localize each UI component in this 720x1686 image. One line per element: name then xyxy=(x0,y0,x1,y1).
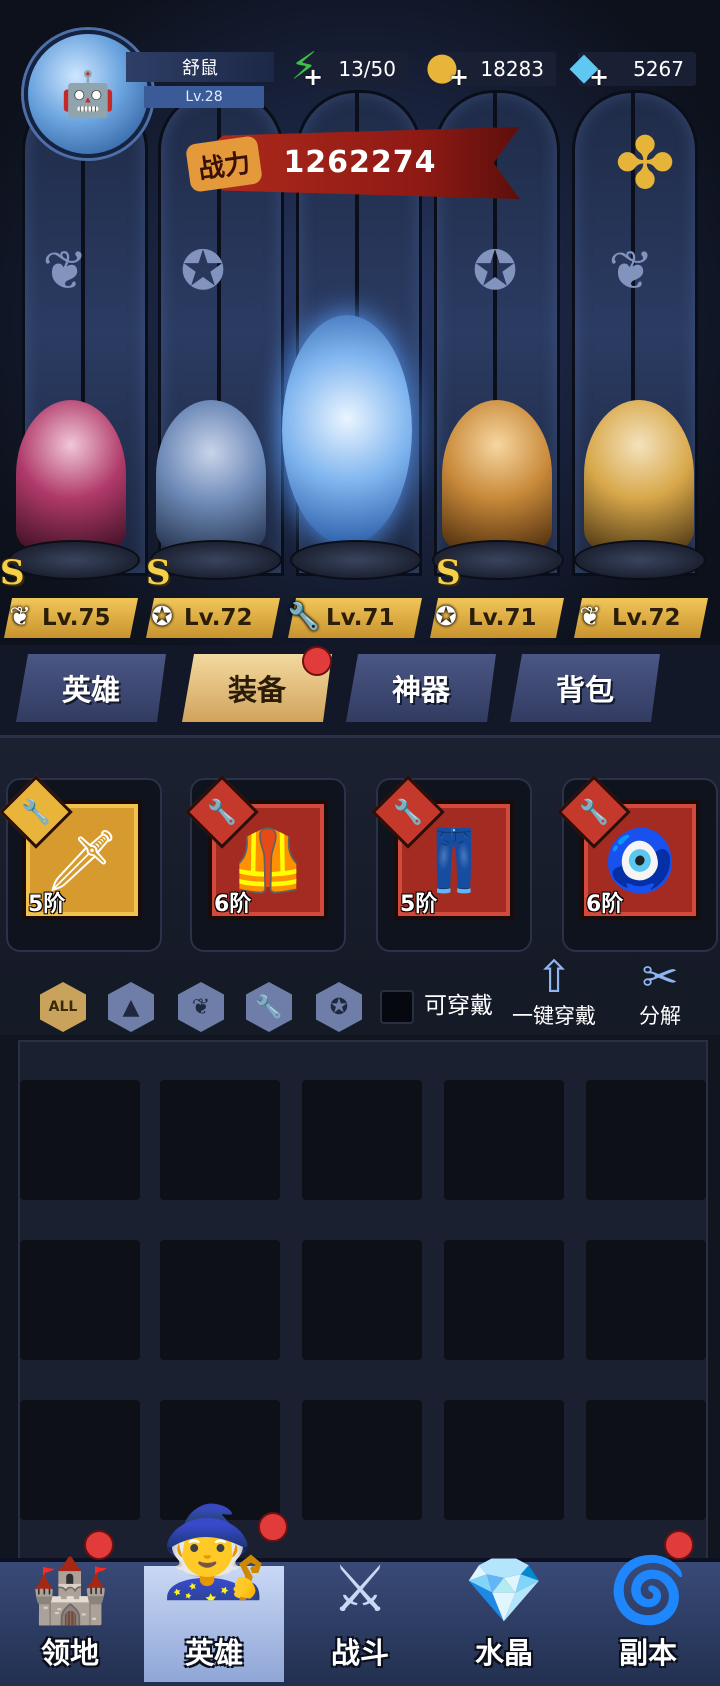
inventory-slot[interactable] xyxy=(160,1240,280,1360)
wearable-label: 可穿戴 xyxy=(424,993,493,1019)
rank-badge: S xyxy=(0,553,25,593)
robot-avatar-icon: 🤖 xyxy=(60,69,116,120)
nav-heroes[interactable]: 🧙 英雄 xyxy=(144,1500,284,1682)
inventory-slot[interactable] xyxy=(586,1080,706,1200)
inventory-slot[interactable] xyxy=(160,1080,280,1200)
pedestal xyxy=(574,540,706,580)
auto-equip-label: 一键穿戴 xyxy=(512,1004,596,1028)
hero-lion-figure xyxy=(442,400,552,550)
nav-dungeon[interactable]: 🌀 副本 xyxy=(578,1530,718,1682)
hero-slot-2[interactable] xyxy=(146,380,276,550)
hero-slot-3[interactable] xyxy=(282,285,412,545)
wizard-hat-icon: 🧙 xyxy=(159,1500,269,1603)
notification-dot xyxy=(664,1530,694,1560)
decompose-label: 分解 xyxy=(639,1004,681,1028)
wearable-checkbox[interactable] xyxy=(380,990,414,1024)
hero-slot-5[interactable] xyxy=(574,380,704,550)
hero-slot-1[interactable] xyxy=(6,380,136,550)
rank-badge: S xyxy=(146,553,171,593)
nav-label: 副本 xyxy=(618,1636,677,1670)
nav-battle[interactable]: ⚔ 战斗 xyxy=(290,1530,430,1682)
wrench-icon: 🔧 xyxy=(287,602,321,632)
player-name: 舒鼠 xyxy=(126,52,274,82)
inventory-slot[interactable] xyxy=(444,1080,564,1200)
tab-artifacts[interactable]: 神器 xyxy=(346,654,496,722)
pants-icon: 👖 xyxy=(416,825,492,896)
nav-territory[interactable]: 🏰 领地 xyxy=(0,1530,140,1682)
pedestal xyxy=(8,540,140,580)
sword-book-icon: ⚔ xyxy=(331,1553,389,1627)
beast-crest-icon: ✪ xyxy=(151,602,173,632)
nav-label: 战斗 xyxy=(330,1636,389,1670)
decompose-icon: ✂ xyxy=(641,952,679,1003)
inventory-slot[interactable] xyxy=(20,1400,140,1520)
add-diamond-icon[interactable]: + xyxy=(588,65,610,89)
equipment-grade: 5阶 xyxy=(400,892,438,917)
inventory-slot[interactable] xyxy=(444,1240,564,1360)
notification-dot xyxy=(258,1512,288,1542)
inventory-slot[interactable] xyxy=(302,1240,422,1360)
inventory-slot[interactable] xyxy=(586,1400,706,1520)
nav-label: 水晶 xyxy=(474,1636,533,1670)
equipment-grade: 6阶 xyxy=(214,892,252,917)
armor-icon: 🦺 xyxy=(230,825,306,896)
equipment-grade: 6阶 xyxy=(586,892,624,917)
sword-icon: 🗡 xyxy=(43,825,121,896)
tab-heroes[interactable]: 英雄 xyxy=(16,654,166,722)
tab-bag[interactable]: 背包 xyxy=(510,654,660,722)
notification-dot xyxy=(302,646,332,676)
inventory-slot[interactable] xyxy=(20,1080,140,1200)
nav-label: 领地 xyxy=(40,1636,99,1670)
power-value: 1262274 xyxy=(283,144,437,180)
equipment-grade: 5阶 xyxy=(28,892,66,917)
nav-label: 英雄 xyxy=(184,1636,243,1670)
auto-equip-button[interactable]: ⇧ 一键穿戴 xyxy=(494,950,614,1030)
notification-dot xyxy=(84,1530,114,1560)
wing-icon: ❦ xyxy=(579,602,601,632)
hero-slot-4[interactable] xyxy=(432,380,562,550)
wing-icon: ❦ xyxy=(9,602,31,632)
hero-succubus-figure xyxy=(16,400,126,550)
wing-crest-icon: ❦ xyxy=(608,238,654,302)
beast-crest-icon: ✪ xyxy=(435,602,457,632)
inventory-slot[interactable] xyxy=(586,1240,706,1360)
player-level: Lv.28 xyxy=(144,86,264,108)
add-gold-icon[interactable]: + xyxy=(448,65,470,89)
player-avatar[interactable]: 🤖 xyxy=(24,30,152,158)
rank-badge: S xyxy=(436,553,461,593)
add-stamina-icon[interactable]: + xyxy=(302,65,324,89)
hero-crow-figure xyxy=(156,400,266,550)
settings-flower-icon[interactable]: ✤ xyxy=(600,118,690,208)
crystal-icon: 💎 xyxy=(464,1553,544,1628)
pedestal xyxy=(290,540,422,580)
beast-crest-icon: ✪ xyxy=(180,238,226,302)
armor-upgrade-icon: ⇧ xyxy=(535,952,573,1003)
amulet-icon: 🧿 xyxy=(602,825,678,896)
decompose-button[interactable]: ✂ 分解 xyxy=(602,950,718,1030)
hero-crystal-orb-figure xyxy=(282,315,412,545)
wing-crest-icon: ❦ xyxy=(42,238,88,302)
inventory-slot[interactable] xyxy=(302,1400,422,1520)
beast-crest-icon: ✪ xyxy=(472,238,518,302)
hero-goddess-figure xyxy=(584,400,694,550)
inventory-slot[interactable] xyxy=(20,1240,140,1360)
inventory-slot[interactable] xyxy=(444,1400,564,1520)
inventory-slot[interactable] xyxy=(302,1080,422,1200)
nav-crystal[interactable]: 💎 水晶 xyxy=(434,1530,574,1682)
